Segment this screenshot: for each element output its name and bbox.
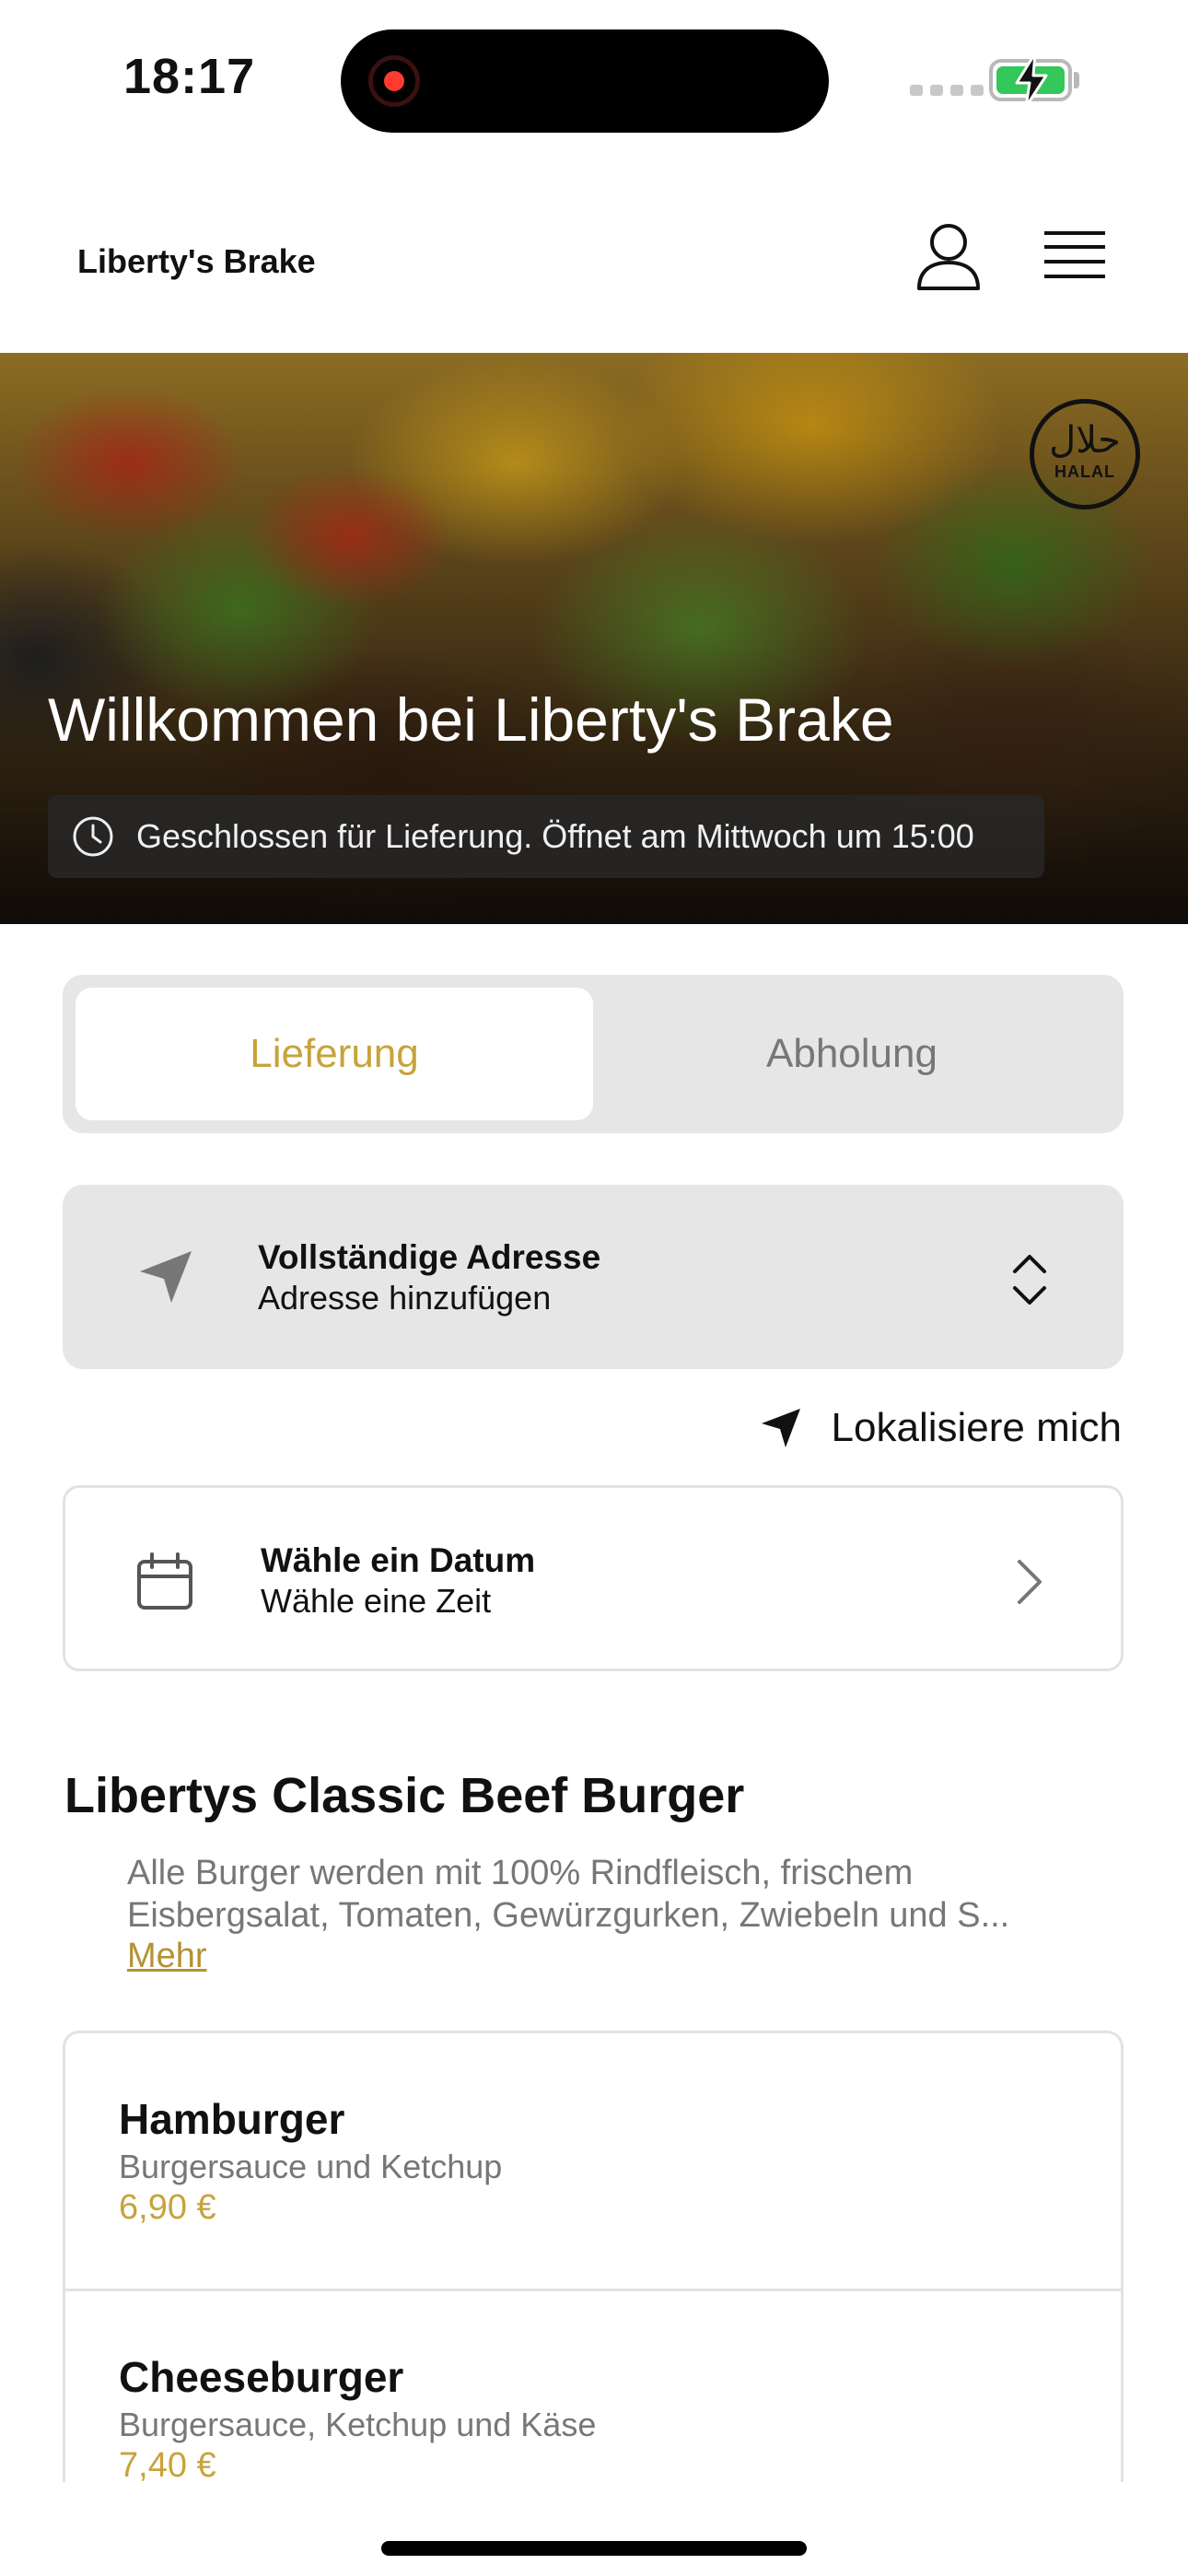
halal-label: HALAL [1054, 462, 1115, 481]
halal-arabic-script: حلال [1049, 418, 1121, 462]
address-subtitle: Adresse hinzufügen [258, 1279, 552, 1317]
item-description: Burgersauce und Ketchup [119, 2148, 503, 2185]
opening-status-text: Geschlossen für Lieferung. Öffnet am Mit… [136, 817, 974, 855]
locate-me-button[interactable]: Lokalisiere mich [758, 1400, 1122, 1456]
bottom-safe-area [0, 2482, 1188, 2576]
item-name: Cheeseburger [119, 2353, 404, 2401]
clock-icon [73, 816, 113, 857]
more-link[interactable]: Mehr [127, 1937, 207, 1976]
category-description: Alle Burger werden mit 100% Rindfleisch,… [127, 1854, 1010, 1935]
time-subtitle: Wähle eine Zeit [261, 1582, 492, 1620]
calendar-icon [137, 1552, 192, 1610]
locate-me-label: Lokalisiere mich [831, 1405, 1122, 1450]
dynamic-island [341, 29, 829, 133]
hero-banner: حلال HALAL Willkommen bei Liberty's Brak… [0, 353, 1188, 924]
charging-bolt-icon [1015, 52, 1048, 109]
address-title: Vollständige Adresse [258, 1238, 601, 1276]
app-header: Liberty's Brake [0, 161, 1188, 353]
home-indicator[interactable] [381, 2541, 807, 2556]
brand-name[interactable]: Liberty's Brake [77, 242, 316, 281]
item-price: 7,40 € [119, 2446, 216, 2485]
chevron-up-down-icon [1013, 1255, 1046, 1305]
order-mode-toggle: Lieferung Abholung [63, 975, 1124, 1133]
chevron-right-icon [1018, 1560, 1042, 1604]
location-arrow-icon [761, 1409, 800, 1447]
date-title: Wähle ein Datum [261, 1541, 536, 1579]
user-icon[interactable] [915, 222, 982, 292]
address-selector[interactable]: Vollständige Adresse Adresse hinzufügen [63, 1185, 1124, 1369]
recording-indicator-icon [368, 55, 420, 107]
item-price: 6,90 € [119, 2188, 216, 2227]
item-name: Hamburger [119, 2095, 345, 2143]
tab-abholung[interactable]: Abholung [593, 988, 1111, 1120]
hamburger-menu-icon[interactable] [1044, 229, 1105, 281]
location-arrow-icon [140, 1251, 192, 1303]
menu-item-hamburger[interactable]: Hamburger Burgersauce und Ketchup 6,90 € [65, 2033, 1121, 2291]
tab-lieferung[interactable]: Lieferung [76, 988, 593, 1120]
signal-icon [910, 85, 984, 96]
halal-badge: حلال HALAL [1030, 399, 1140, 509]
status-bar: 18:17 [0, 0, 1188, 161]
status-time: 18:17 [123, 49, 256, 104]
item-description: Burgersauce, Ketchup und Käse [119, 2406, 597, 2443]
category-title: Libertys Classic Beef Burger [64, 1768, 745, 1823]
battery-cap [1074, 72, 1079, 88]
hero-title: Willkommen bei Liberty's Brake [48, 685, 894, 754]
date-time-selector[interactable]: Wähle ein Datum Wähle eine Zeit [63, 1485, 1124, 1671]
opening-status: Geschlossen für Lieferung. Öffnet am Mit… [48, 795, 1044, 878]
